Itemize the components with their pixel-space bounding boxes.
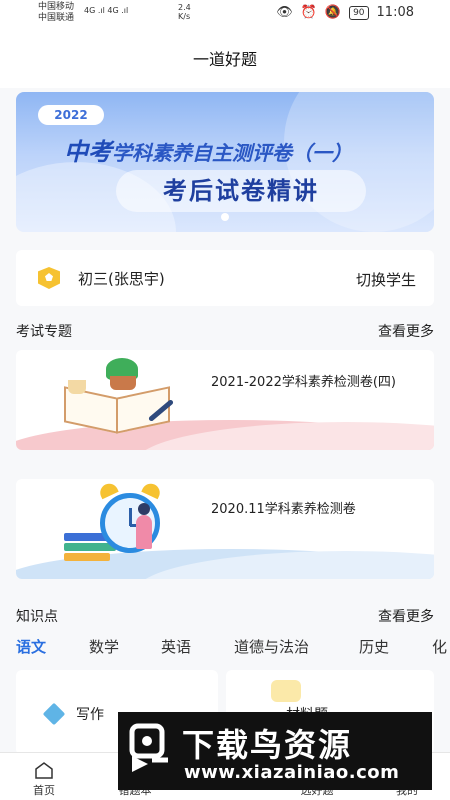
status-time: 11:08 bbox=[376, 5, 414, 20]
student-name: 初三(张思宇) bbox=[78, 270, 165, 288]
cube-icon bbox=[42, 702, 66, 726]
folder-icon bbox=[271, 680, 301, 702]
exam-card[interactable]: 2021-2022学科素养检测卷(四) bbox=[16, 350, 434, 450]
battery-indicator: 90 bbox=[349, 5, 369, 20]
shield-badge-icon bbox=[38, 267, 60, 289]
nav-label: 首页 bbox=[33, 784, 55, 797]
mute-icon: 🔕 bbox=[324, 5, 342, 20]
alarm-icon: ⏰ bbox=[300, 5, 317, 20]
carrier-labels: 中国移动 中国联通 bbox=[38, 2, 74, 24]
student-card: 初三(张思宇) 切换学生 bbox=[16, 250, 434, 306]
banner-subtitle-highlight: 中考 bbox=[64, 138, 112, 166]
network-speed-value: 2.4 bbox=[178, 3, 191, 12]
watermark-title: 下载鸟资源 bbox=[182, 726, 353, 764]
topic-label: 写作 bbox=[76, 707, 104, 723]
banner-subtitle: 中考学科素养自主测评卷（一） bbox=[64, 132, 352, 167]
knowledge-section-header: 知识点 查看更多 bbox=[16, 606, 434, 626]
clock-bell bbox=[97, 480, 119, 500]
carrier-1: 中国移动 bbox=[38, 2, 75, 12]
exam-view-more-link[interactable]: 查看更多 bbox=[378, 321, 434, 341]
clock-bell bbox=[141, 480, 163, 500]
banner-subtitle-text: 学科素养自主测评卷（一） bbox=[112, 141, 352, 165]
signal-icon: 4G .ıl 4G .ıl bbox=[84, 6, 129, 15]
watermark-url: www.xiazainiao.com bbox=[184, 762, 400, 783]
network-speed-unit: K/s bbox=[178, 12, 191, 21]
exam-card-title: 2020.11学科素养检测卷 bbox=[211, 502, 356, 517]
network-speed: 2.4 K/s bbox=[178, 3, 191, 21]
status-right: 👁 ⏰ 🔕 90 11:08 bbox=[276, 5, 414, 20]
tab-english[interactable]: 英语 bbox=[161, 636, 191, 657]
nav-home[interactable]: 首页 bbox=[9, 753, 79, 800]
tab-morality-law[interactable]: 道德与法治 bbox=[234, 636, 309, 657]
banner-carousel[interactable]: 2022 中考学科素养自主测评卷（一） 考后试卷精讲 bbox=[16, 92, 434, 232]
tab-history[interactable]: 历史 bbox=[359, 636, 389, 657]
carrier-2: 中国联通 bbox=[38, 13, 75, 23]
banner-year-badge: 2022 bbox=[38, 105, 104, 125]
page-title: 一道好题 bbox=[192, 50, 257, 69]
exam-section-title: 考试专题 bbox=[16, 324, 72, 340]
subject-tabs: 语文 数学 英语 道德与法治 历史 化 bbox=[0, 632, 450, 662]
exam-section-header: 考试专题 查看更多 bbox=[16, 321, 434, 341]
flower-pot-icon bbox=[110, 376, 136, 390]
bird-logo-icon bbox=[129, 723, 168, 772]
carousel-dot-indicator[interactable] bbox=[221, 213, 229, 221]
home-icon bbox=[35, 762, 53, 779]
status-bar: 中国移动 中国联通 4G .ıl 4G .ıl 2.4 K/s 👁 ⏰ 🔕 90… bbox=[0, 0, 450, 26]
exam-card-title: 2021-2022学科素养检测卷(四) bbox=[211, 375, 397, 390]
coffee-cup-icon bbox=[68, 380, 86, 394]
switch-student-button[interactable]: 切换学生 bbox=[356, 269, 416, 290]
tab-chinese[interactable]: 语文 bbox=[16, 636, 46, 657]
tab-chemistry[interactable]: 化 bbox=[432, 636, 447, 657]
book-spine bbox=[64, 553, 110, 561]
tab-math[interactable]: 数学 bbox=[89, 636, 119, 657]
exam-card[interactable]: 2020.11学科素养检测卷 bbox=[16, 479, 434, 579]
app-header: 一道好题 bbox=[0, 26, 450, 88]
eye-icon: 👁 bbox=[276, 5, 293, 20]
knowledge-view-more-link[interactable]: 查看更多 bbox=[378, 606, 434, 626]
person-icon bbox=[136, 503, 152, 549]
banner-headline: 考后试卷精讲 bbox=[116, 170, 366, 212]
watermark-overlay: 下载鸟资源 www.xiazainiao.com bbox=[118, 712, 432, 790]
knowledge-section-title: 知识点 bbox=[16, 609, 58, 625]
